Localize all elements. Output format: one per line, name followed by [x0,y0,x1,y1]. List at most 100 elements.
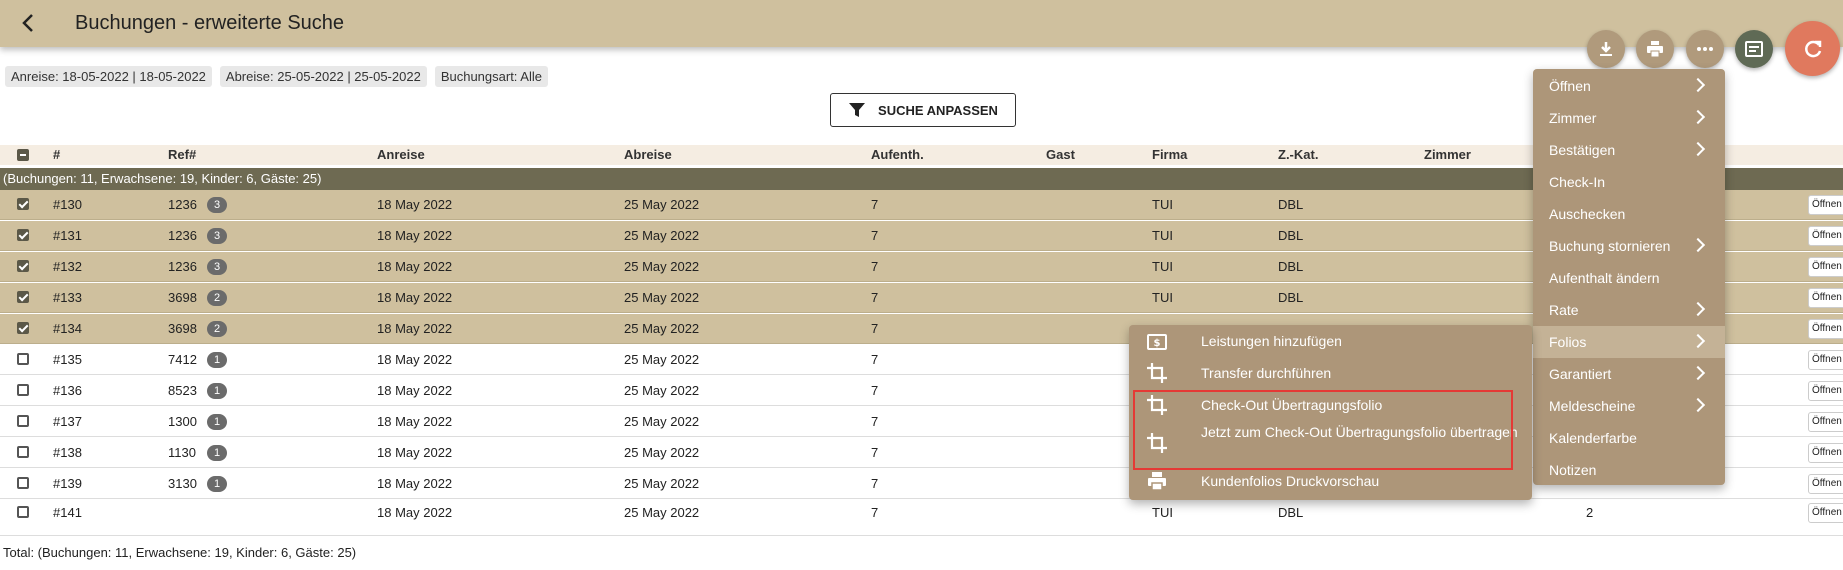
column-header-gast[interactable]: Gast [1046,147,1075,162]
column-header-abreise[interactable]: Abreise [624,147,672,162]
open-button[interactable]: Öffnen [1808,319,1843,339]
cell-extra: 2 [1586,505,1594,520]
guest-count-badge: 1 [207,476,227,492]
submenu-item-label: Jetzt zum Check-Out Übertragungsfolio üb… [1201,424,1518,440]
menu-item-zimmer[interactable]: Zimmer [1533,102,1725,134]
guest-count-badge: 2 [207,321,227,337]
open-button[interactable]: Öffnen [1808,381,1843,401]
open-button[interactable]: Öffnen [1808,474,1843,494]
menu-item-label: Buchung stornieren [1549,238,1671,254]
open-button[interactable]: Öffnen [1808,288,1843,308]
row-checkbox[interactable] [17,477,29,489]
dollar-receipt-icon: $ [1145,330,1169,354]
open-button[interactable]: Öffnen [1808,195,1843,215]
column-header-ref[interactable]: Ref# [168,147,196,162]
chevron-right-icon [1690,109,1706,125]
cell-aufenth: 7 [871,414,879,429]
cell-id: #131 [53,228,82,243]
search-adjust-button[interactable]: SUCHE ANPASSEN [830,93,1016,127]
cell-abreise: 25 May 2022 [624,259,700,274]
row-checkbox[interactable] [17,446,29,458]
cell-aufenth: 7 [871,445,879,460]
cell-abreise: 25 May 2022 [624,352,700,367]
cell-ref: 3698 [168,290,197,305]
menu-item-kalenderfarbe[interactable]: Kalenderfarbe [1533,422,1725,454]
cell-abreise: 25 May 2022 [624,321,700,336]
open-button[interactable]: Öffnen [1808,226,1843,246]
menu-item-notizen[interactable]: Notizen [1533,454,1725,486]
chevron-right-icon [1690,301,1706,317]
filter-icon [849,103,866,117]
menu-item-label: Auschecken [1549,206,1626,222]
cell-id: #134 [53,321,82,336]
download-icon[interactable] [1587,30,1625,68]
menu-item-buchung-stornieren[interactable]: Buchung stornieren [1533,230,1725,262]
column-header-id[interactable]: # [53,147,60,162]
chevron-right-icon [1690,333,1706,349]
cell-zkat: DBL [1278,290,1304,305]
menu-item-aufenthalt-ändern[interactable]: Aufenthalt ändern [1533,262,1725,294]
table-row[interactable]: #141 18 May 2022 25 May 2022 7 TUI DBL 2 Öffnen [0,498,1843,536]
menu-item-garantiert[interactable]: Garantiert [1533,358,1725,390]
cell-anreise: 18 May 2022 [377,414,453,429]
cell-ref: 1130 [168,445,196,460]
menu-item-label: Notizen [1549,462,1597,478]
menu-item-folios[interactable]: Folios [1533,326,1725,358]
cell-id: #133 [53,290,82,305]
row-checkbox[interactable] [17,415,29,427]
row-checkbox[interactable] [17,384,29,396]
row-checkbox[interactable] [17,291,29,303]
cell-abreise: 25 May 2022 [624,476,700,491]
menu-item-bestätigen[interactable]: Bestätigen [1533,134,1725,166]
row-checkbox[interactable] [17,353,29,365]
cell-abreise: 25 May 2022 [624,197,700,212]
submenu-item-checkout-folio[interactable]: Check-Out Übertragungsfolio [1129,389,1532,421]
submenu-item-print-preview[interactable]: Kundenfolios Druckvorschau [1129,465,1532,497]
open-button[interactable]: Öffnen [1808,503,1843,523]
cell-aufenth: 7 [871,259,879,274]
cell-zkat: DBL [1278,197,1304,212]
arrow-left-icon[interactable] [18,12,40,34]
print-icon[interactable] [1636,30,1674,68]
filter-chip-abreise[interactable]: Abreise: 25-05-2022 | 25-05-2022 [219,66,427,87]
menu-item-rate[interactable]: Rate [1533,294,1725,326]
submenu-item-leistungen[interactable]: $ Leistungen hinzufügen [1129,325,1532,357]
open-button[interactable]: Öffnen [1808,350,1843,370]
submenu-item-transfer-to-checkout-folio[interactable]: Jetzt zum Check-Out Übertragungsfolio üb… [1129,421,1532,465]
column-header-aufenth[interactable]: Aufenth. [871,147,924,162]
open-button[interactable]: Öffnen [1808,443,1843,463]
cell-id: #139 [53,476,82,491]
row-checkbox[interactable] [17,198,29,210]
menu-item-öffnen[interactable]: Öffnen [1533,70,1725,102]
column-header-zimmer[interactable]: Zimmer [1424,147,1471,162]
chevron-right-icon [1690,365,1706,381]
guest-count-badge: 3 [207,197,227,213]
select-all-checkbox[interactable] [17,149,29,161]
view-icon[interactable] [1735,30,1773,68]
menu-item-meldescheine[interactable]: Meldescheine [1533,390,1725,422]
more-horiz-icon[interactable] [1686,30,1724,68]
column-header-anreise[interactable]: Anreise [377,147,425,162]
menu-item-auschecken[interactable]: Auschecken [1533,198,1725,230]
filter-chip-anreise[interactable]: Anreise: 18-05-2022 | 18-05-2022 [5,66,212,87]
column-header-zkat[interactable]: Z.-Kat. [1278,147,1318,162]
submenu-item-transfer[interactable]: Transfer durchführen [1129,357,1532,389]
column-header-firma[interactable]: Firma [1152,147,1187,162]
filter-chip-buchungsart[interactable]: Buchungsart: Alle [434,66,548,87]
open-button[interactable]: Öffnen [1808,412,1843,432]
cell-id: #130 [53,197,82,212]
cell-aufenth: 7 [871,321,879,336]
row-checkbox[interactable] [17,322,29,334]
refresh-icon[interactable] [1785,21,1840,76]
guest-count-badge: 1 [207,383,227,399]
row-checkbox[interactable] [17,506,29,518]
row-checkbox[interactable] [17,229,29,241]
menu-item-label: Garantiert [1549,366,1612,382]
row-checkbox[interactable] [17,260,29,272]
cell-firma: TUI [1152,197,1173,212]
menu-item-label: Aufenthalt ändern [1549,270,1660,286]
open-button[interactable]: Öffnen [1808,257,1843,277]
cell-anreise: 18 May 2022 [377,290,453,305]
menu-item-check-in[interactable]: Check-In [1533,166,1725,198]
cell-zkat: DBL [1278,228,1304,243]
